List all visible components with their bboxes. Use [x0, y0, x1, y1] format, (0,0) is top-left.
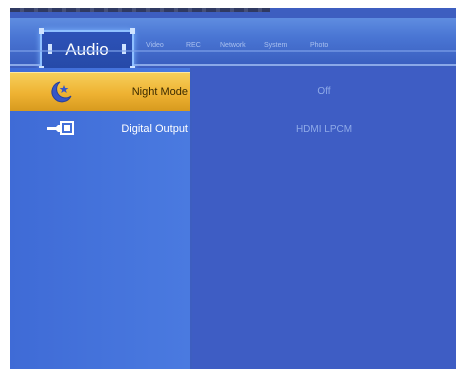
top-decoration — [10, 8, 270, 12]
setting-label: Digital Output — [121, 123, 188, 135]
inactive-tabs: Video REC Network System Photo — [146, 42, 340, 49]
moon-star-icon — [46, 79, 76, 105]
tab-audio[interactable]: Audio — [39, 28, 135, 72]
setting-row-night-mode[interactable]: Night Mode — [10, 72, 190, 111]
tab-rec[interactable]: REC — [186, 42, 220, 49]
tab-network[interactable]: Network — [220, 42, 264, 49]
tab-photo[interactable]: Photo — [310, 42, 340, 49]
setting-label: Night Mode — [131, 86, 188, 98]
setting-value-night-mode[interactable]: Off — [192, 72, 456, 110]
tab-audio-label: Audio — [65, 40, 109, 59]
tab-bar: Audio Video REC Network System Photo — [10, 18, 456, 72]
hand-audio-output-icon — [46, 116, 76, 142]
setting-value-digital-output[interactable]: HDMI LPCM — [192, 110, 456, 148]
settings-screen: Audio Video REC Network System Photo Nig… — [10, 8, 456, 369]
tab-video[interactable]: Video — [146, 42, 186, 49]
setting-row-digital-output[interactable]: Digital Output — [10, 110, 190, 148]
tab-system[interactable]: System — [264, 42, 310, 49]
tab-next-icon[interactable] — [122, 44, 126, 54]
tab-prev-icon[interactable] — [48, 44, 52, 54]
tab-bracket-icon — [39, 28, 44, 34]
tab-bracket-icon — [130, 28, 135, 34]
